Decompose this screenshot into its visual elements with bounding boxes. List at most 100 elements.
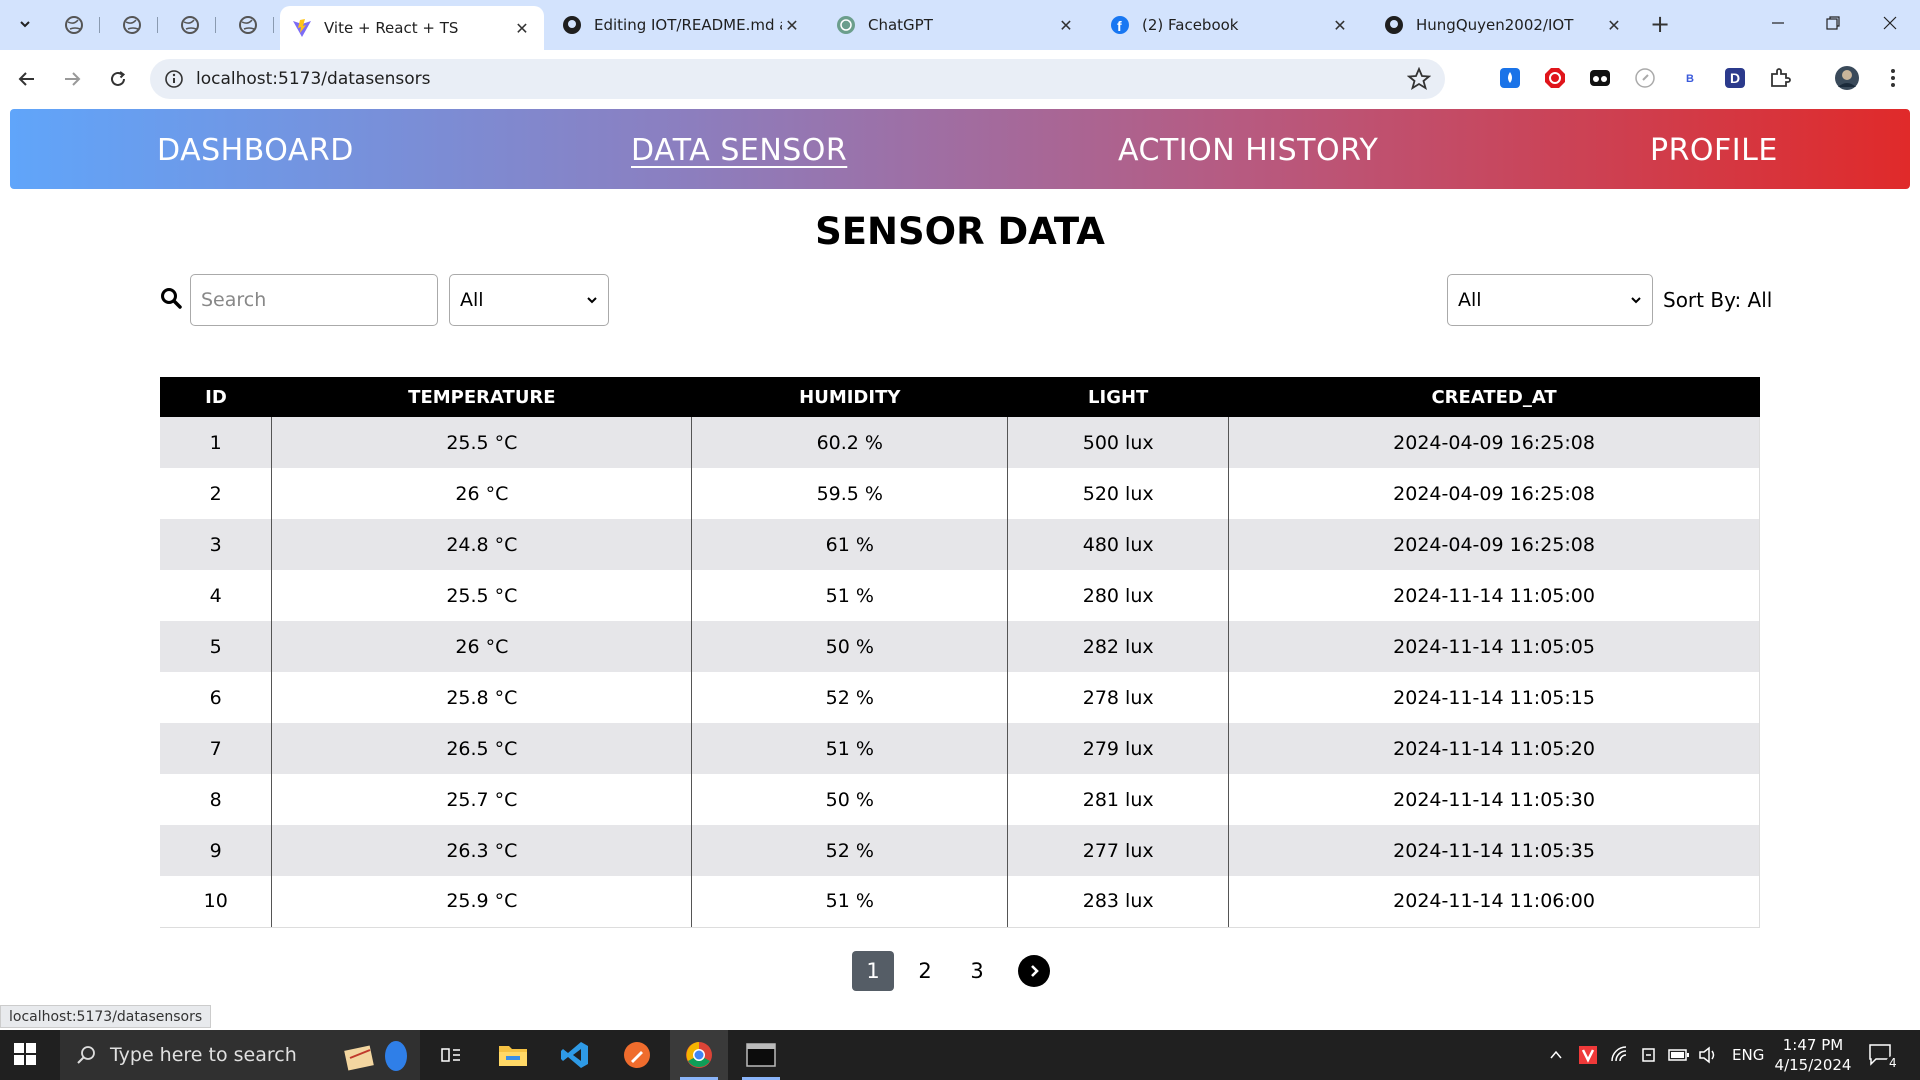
cell-light: 280 lux — [1007, 570, 1230, 621]
taskbar-search-box[interactable]: Type here to search — [60, 1030, 420, 1080]
header-created-at[interactable]: CREATED_AT — [1228, 377, 1760, 417]
notification-center[interactable]: 4 — [1868, 1030, 1900, 1080]
terminal-app[interactable] — [732, 1030, 790, 1080]
tab-vite[interactable]: Vite + React + TS ✕ — [280, 6, 544, 50]
header-light[interactable]: LIGHT — [1007, 377, 1229, 417]
extension-droplet-icon[interactable] — [1497, 65, 1523, 91]
table-row[interactable]: 10 25.9 °C 51 % 283 lux 2024-11-14 11:06:00 — [160, 876, 1760, 928]
cell-humidity: 59.5 % — [691, 468, 1009, 519]
close-tab-icon[interactable]: ✕ — [1056, 16, 1076, 35]
pinned-tab-1[interactable] — [54, 9, 100, 41]
table-row[interactable]: 6 25.8 °C 52 % 278 lux 2024-11-14 11:05:15 — [160, 672, 1760, 723]
close-window-button[interactable] — [1870, 8, 1910, 38]
task-view-icon — [441, 1048, 460, 1062]
extension-glasses-icon[interactable] — [1587, 65, 1613, 91]
tab-github-editing[interactable]: Editing IOT/README.md at ✕ — [550, 8, 814, 42]
tab-title: Vite + React + TS — [324, 19, 459, 37]
table-row[interactable]: 9 26.3 °C 52 % 277 lux 2024-11-14 11:05:35 — [160, 825, 1760, 876]
cell-id: 10 — [160, 876, 273, 928]
taskbar-clock[interactable]: 1:47 PM 4/15/2024 — [1773, 1035, 1853, 1075]
extension-adblock-icon[interactable] — [1542, 65, 1568, 91]
tab-search-button[interactable] — [10, 9, 40, 39]
nav-profile[interactable]: PROFILE — [1650, 133, 1778, 168]
vscode-app[interactable] — [546, 1030, 604, 1080]
search-input[interactable] — [190, 274, 438, 326]
restore-button[interactable] — [1813, 8, 1853, 38]
close-tab-icon[interactable]: ✕ — [782, 16, 802, 35]
cell-created-at: 2024-11-14 11:05:20 — [1228, 723, 1760, 774]
pinned-tab-2[interactable] — [112, 9, 158, 41]
svg-text:f: f — [1117, 18, 1122, 34]
cell-created-at: 2024-11-14 11:05:15 — [1228, 672, 1760, 723]
postman-app[interactable] — [608, 1030, 666, 1080]
header-humidity[interactable]: HUMIDITY — [691, 377, 1008, 417]
table-row[interactable]: 5 26 °C 50 % 282 lux 2024-11-14 11:05:05 — [160, 621, 1760, 672]
page-button-3[interactable]: 3 — [956, 951, 998, 991]
cell-created-at: 2024-04-09 16:25:08 — [1228, 417, 1760, 468]
bookmark-star-icon[interactable] — [1407, 67, 1431, 91]
table-row[interactable]: 2 26 °C 59.5 % 520 lux 2024-04-09 16:25:08 — [160, 468, 1760, 519]
header-temperature[interactable]: TEMPERATURE — [271, 377, 692, 417]
show-hidden-icons[interactable] — [1548, 1030, 1564, 1080]
globe-icon — [239, 16, 257, 34]
extension-d-icon[interactable]: D — [1722, 65, 1748, 91]
address-bar[interactable]: localhost:5173/datasensors — [150, 59, 1445, 99]
start-button[interactable] — [14, 1043, 36, 1069]
next-page-button[interactable] — [1018, 955, 1050, 987]
wifi-icon — [1611, 1046, 1627, 1062]
sort-select[interactable]: All — [1447, 274, 1653, 326]
table-row[interactable]: 7 26.5 °C 51 % 279 lux 2024-11-14 11:05:20 — [160, 723, 1760, 774]
nav-action-history[interactable]: ACTION HISTORY — [1118, 133, 1378, 168]
facebook-icon: f — [1110, 15, 1130, 35]
task-view-button[interactable] — [422, 1030, 480, 1080]
back-button[interactable] — [12, 64, 42, 94]
globe-icon — [65, 16, 83, 34]
close-tab-icon[interactable]: ✕ — [1330, 16, 1350, 35]
cell-temperature: 26.5 °C — [271, 723, 693, 774]
reload-button[interactable] — [103, 64, 133, 94]
forward-button[interactable] — [57, 64, 87, 94]
minimize-icon — [1772, 22, 1784, 24]
globe-icon — [181, 16, 199, 34]
table-row[interactable]: 8 25.7 °C 50 % 281 lux 2024-11-14 11:05:30 — [160, 774, 1760, 825]
profile-avatar[interactable] — [1834, 65, 1860, 91]
site-info-icon[interactable] — [164, 69, 184, 89]
sort-label: Sort By: All — [1663, 288, 1773, 312]
chrome-app[interactable] — [670, 1030, 728, 1080]
cell-humidity: 51 % — [691, 876, 1009, 928]
tab-facebook[interactable]: f (2) Facebook ✕ — [1098, 8, 1362, 42]
tab-github-repo[interactable]: HungQuyen2002/IOT ✕ — [1372, 8, 1636, 42]
tray-volume[interactable] — [1698, 1030, 1718, 1080]
minimize-button[interactable] — [1758, 8, 1798, 38]
file-explorer-app[interactable] — [484, 1030, 542, 1080]
cell-id: 9 — [160, 825, 273, 876]
chevron-right-icon — [1031, 965, 1039, 977]
nav-dashboard[interactable]: DASHBOARD — [157, 133, 354, 168]
table-row[interactable]: 1 25.5 °C 60.2 % 500 lux 2024-04-09 16:25:08 — [160, 417, 1760, 468]
page-button-1[interactable]: 1 — [852, 951, 894, 991]
new-tab-button[interactable]: + — [1650, 10, 1670, 38]
extensions-puzzle-icon[interactable] — [1767, 65, 1793, 91]
pinned-tab-4[interactable] — [228, 9, 274, 41]
cell-light: 277 lux — [1007, 825, 1230, 876]
pinned-tab-3[interactable] — [170, 9, 216, 41]
cell-humidity: 52 % — [691, 672, 1009, 723]
close-tab-icon[interactable]: ✕ — [1604, 16, 1624, 35]
tray-meet[interactable] — [1640, 1030, 1658, 1080]
close-tab-icon[interactable]: ✕ — [512, 19, 532, 38]
table-row[interactable]: 3 24.8 °C 61 % 480 lux 2024-04-09 16:25:08 — [160, 519, 1760, 570]
extension-compass-icon[interactable] — [1632, 65, 1658, 91]
table-row[interactable]: 4 25.5 °C 51 % 280 lux 2024-11-14 11:05:00 — [160, 570, 1760, 621]
browser-menu-icon[interactable] — [1880, 65, 1906, 91]
tray-battery[interactable] — [1668, 1030, 1690, 1080]
extension-b-icon[interactable]: B — [1677, 65, 1703, 91]
clock-time: 1:47 PM — [1782, 1036, 1844, 1054]
nav-data-sensor[interactable]: DATA SENSOR — [631, 133, 847, 168]
tab-chatgpt[interactable]: ChatGPT ✕ — [824, 8, 1088, 42]
tray-language[interactable]: ENG — [1732, 1030, 1764, 1080]
header-id[interactable]: ID — [160, 377, 272, 417]
filter-field-select[interactable]: All — [449, 274, 609, 326]
tray-network[interactable] — [1610, 1030, 1630, 1080]
page-button-2[interactable]: 2 — [904, 951, 946, 991]
tray-vivaldi[interactable] — [1578, 1030, 1598, 1080]
